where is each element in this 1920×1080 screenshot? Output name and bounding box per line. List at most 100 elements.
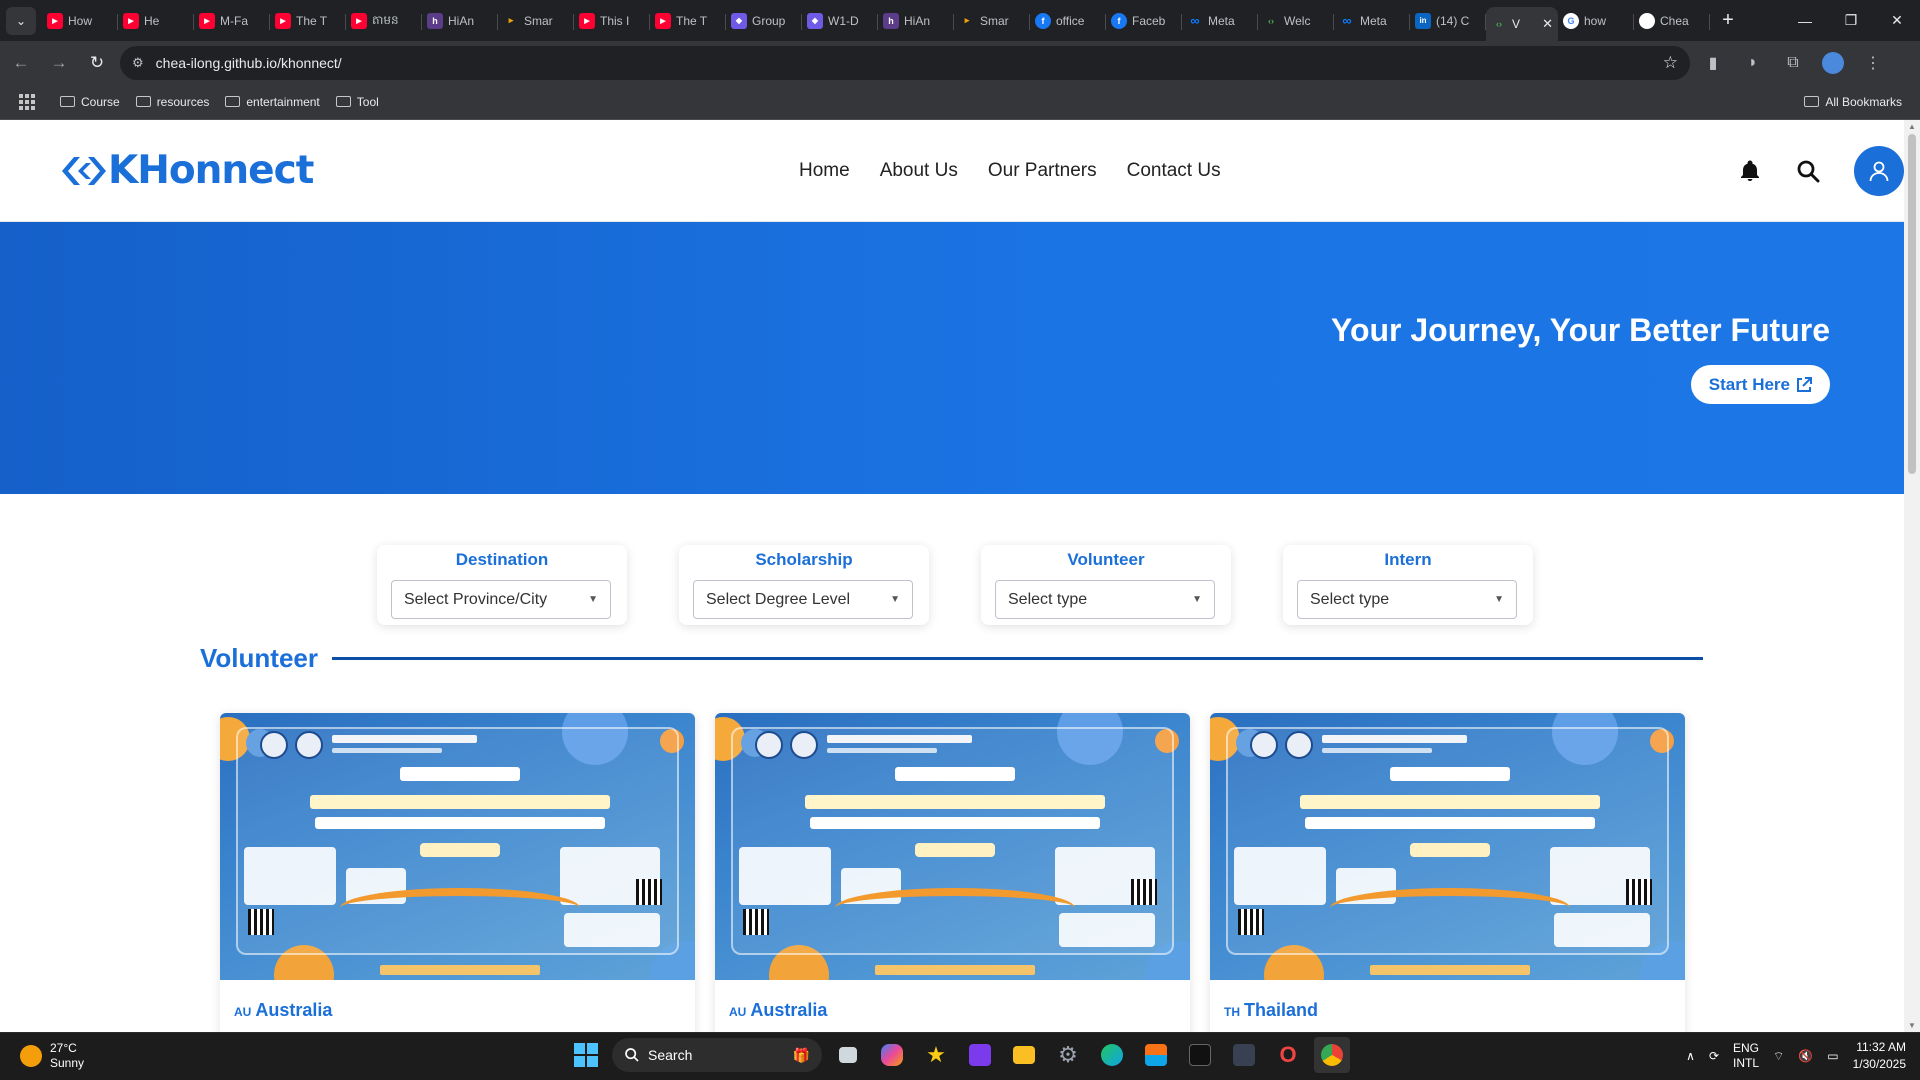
filter-bar: Destination Select Province/City ▼ Schola… bbox=[377, 545, 1533, 625]
browser-tab[interactable]: f office bbox=[1030, 6, 1106, 36]
wifi-icon[interactable]: ⌔ bbox=[1773, 1049, 1784, 1064]
poster-qr-code bbox=[743, 909, 769, 935]
copilot-icon[interactable] bbox=[874, 1037, 910, 1073]
chrome-icon[interactable] bbox=[1314, 1037, 1350, 1073]
bookmark-folder-resources[interactable]: resources bbox=[128, 88, 218, 116]
clock[interactable]: 11:32 AM 1/30/2025 bbox=[1853, 1039, 1906, 1073]
tab-search-button[interactable]: ⌄ bbox=[6, 6, 36, 35]
browser-tab[interactable]: Chea bbox=[1634, 6, 1710, 36]
store-icon[interactable] bbox=[1138, 1037, 1174, 1073]
extension-icon[interactable]: ▮ bbox=[1696, 46, 1730, 80]
intern-select[interactable]: Select type ▼ bbox=[1297, 580, 1517, 619]
volunteer-select[interactable]: Select type ▼ bbox=[995, 580, 1215, 619]
browser-tab[interactable]: f Faceb bbox=[1106, 6, 1182, 36]
task-view-icon[interactable] bbox=[830, 1037, 866, 1073]
nav-about-us[interactable]: About Us bbox=[880, 160, 958, 182]
tab-title: Meta bbox=[1208, 13, 1235, 28]
menu-kebab-icon[interactable]: ⋮ bbox=[1856, 46, 1890, 80]
reload-button[interactable]: ↻ bbox=[80, 46, 114, 80]
browser-tab[interactable]: ▶ How bbox=[42, 6, 118, 36]
bell-icon[interactable] bbox=[1738, 159, 1762, 183]
browser-tab[interactable]: ▶ This I bbox=[574, 6, 650, 36]
dev-app-icon[interactable] bbox=[1226, 1037, 1262, 1073]
opportunity-card[interactable]: AU Australia bbox=[715, 713, 1190, 1032]
windows-start-button[interactable] bbox=[568, 1037, 604, 1073]
search-icon[interactable] bbox=[1796, 159, 1820, 183]
terminal-icon[interactable] bbox=[1182, 1037, 1218, 1073]
browser-tab[interactable]: Ghow bbox=[1558, 6, 1634, 36]
destination-select[interactable]: Select Province/City ▼ bbox=[391, 580, 611, 619]
scroll-down-arrow-icon[interactable]: ▼ bbox=[1908, 1021, 1916, 1030]
user-account-button[interactable] bbox=[1854, 146, 1904, 196]
page-scrollbar[interactable]: ▲ ▼ bbox=[1904, 120, 1920, 1032]
browser-tab[interactable]: ▶ The T bbox=[650, 6, 726, 36]
browser-tab[interactable]: ◆ W1-D bbox=[802, 6, 878, 36]
browser-tab[interactable]: ▸ Smar bbox=[498, 6, 574, 36]
search-highlight-icon: 🎁 bbox=[792, 1046, 810, 1063]
extensions-puzzle-icon[interactable]: ⧉ bbox=[1776, 46, 1810, 80]
weather-widget[interactable]: 27°C Sunny bbox=[20, 1041, 84, 1071]
app-icon[interactable] bbox=[962, 1037, 998, 1073]
language-indicator[interactable]: ENG INTL bbox=[1733, 1041, 1759, 1071]
browser-tab[interactable]: ▶ He bbox=[118, 6, 194, 36]
start-here-button[interactable]: Start Here bbox=[1690, 365, 1830, 404]
browser-tab[interactable]: ‹› Welc bbox=[1258, 6, 1334, 36]
browser-tab[interactable]: ▸ Smar bbox=[954, 6, 1030, 36]
file-explorer-icon[interactable] bbox=[1006, 1037, 1042, 1073]
edge-icon[interactable] bbox=[1094, 1037, 1130, 1073]
taskbar-search[interactable]: Search 🎁 bbox=[612, 1038, 822, 1072]
site-logo[interactable]: KHonnect bbox=[60, 148, 314, 193]
browser-tab[interactable]: ∞ Meta bbox=[1334, 6, 1410, 36]
sync-icon[interactable]: ⟳ bbox=[1709, 1049, 1719, 1063]
bookmark-folder-entertainment[interactable]: entertainment bbox=[217, 88, 327, 116]
site-info-icon[interactable]: ⚙ bbox=[132, 55, 144, 71]
opportunity-card[interactable]: AU Australia bbox=[220, 713, 695, 1032]
bookmark-folder-course[interactable]: Course bbox=[52, 88, 128, 116]
chevron-up-icon[interactable]: ∧ bbox=[1686, 1049, 1695, 1063]
browser-tab[interactable]: h HiAn bbox=[422, 6, 498, 36]
bookmark-folder-tool[interactable]: Tool bbox=[328, 88, 387, 116]
close-window-button[interactable]: ✕ bbox=[1874, 0, 1920, 41]
battery-icon[interactable]: ▭ bbox=[1827, 1049, 1838, 1063]
country-code: AU bbox=[729, 1005, 747, 1019]
read-aloud-icon[interactable]: ◗ bbox=[1736, 46, 1770, 80]
apps-grid-icon[interactable] bbox=[14, 89, 40, 115]
browser-tab[interactable]: ‹› V ✕ bbox=[1486, 7, 1558, 41]
browser-tab[interactable]: ▶ The T bbox=[270, 6, 346, 36]
close-tab-icon[interactable]: ✕ bbox=[1542, 16, 1553, 32]
browser-tab[interactable]: h HiAn bbox=[878, 6, 954, 36]
settings-gear-icon[interactable]: ⚙ bbox=[1050, 1037, 1086, 1073]
browser-tab[interactable]: ▶ M-Fa bbox=[194, 6, 270, 36]
url-text[interactable]: chea-ilong.github.io/khonnect/ bbox=[156, 55, 1663, 71]
profile-avatar[interactable] bbox=[1816, 46, 1850, 80]
browser-tab[interactable]: ∞ Meta bbox=[1182, 6, 1258, 36]
browser-tab[interactable]: ▶ តាមន bbox=[346, 6, 422, 36]
opportunity-card[interactable]: TH Thailand bbox=[1210, 713, 1685, 1032]
nav-contact-us[interactable]: Contact Us bbox=[1127, 160, 1221, 182]
nav-home[interactable]: Home bbox=[799, 160, 850, 182]
scholarship-select[interactable]: Select Degree Level ▼ bbox=[693, 580, 913, 619]
new-tab-button[interactable]: + bbox=[1714, 7, 1742, 35]
browser-tab[interactable]: in (14) C bbox=[1410, 6, 1486, 36]
poster-qr-code bbox=[1238, 909, 1264, 935]
scroll-up-arrow-icon[interactable]: ▲ bbox=[1908, 122, 1916, 131]
forward-button[interactable]: → bbox=[42, 46, 76, 80]
browser-tab[interactable]: ◆ Group bbox=[726, 6, 802, 36]
filter-volunteer: Volunteer Select type ▼ bbox=[981, 545, 1231, 625]
poster-subtitle-text bbox=[810, 817, 1100, 829]
opera-icon[interactable]: O bbox=[1270, 1037, 1306, 1073]
hianime-icon: h bbox=[883, 12, 899, 29]
filter-label: Destination bbox=[455, 550, 549, 569]
restore-button[interactable]: ❐ bbox=[1828, 0, 1874, 41]
nav-our-partners[interactable]: Our Partners bbox=[988, 160, 1097, 182]
volume-muted-icon[interactable]: 🔇 bbox=[1798, 1049, 1813, 1063]
poster-header-text bbox=[1322, 735, 1467, 743]
scrollbar-thumb[interactable] bbox=[1908, 134, 1916, 474]
minimize-button[interactable]: — bbox=[1782, 0, 1828, 41]
bookmark-star-icon[interactable]: ☆ bbox=[1663, 53, 1678, 73]
all-bookmarks-button[interactable]: All Bookmarks bbox=[1796, 88, 1910, 116]
tab-title: W1-D bbox=[828, 13, 859, 28]
favorites-star-icon[interactable]: ★ bbox=[918, 1037, 954, 1073]
back-button[interactable]: ← bbox=[4, 46, 38, 80]
address-bar[interactable]: ⚙ chea-ilong.github.io/khonnect/ ☆ bbox=[120, 45, 1690, 80]
